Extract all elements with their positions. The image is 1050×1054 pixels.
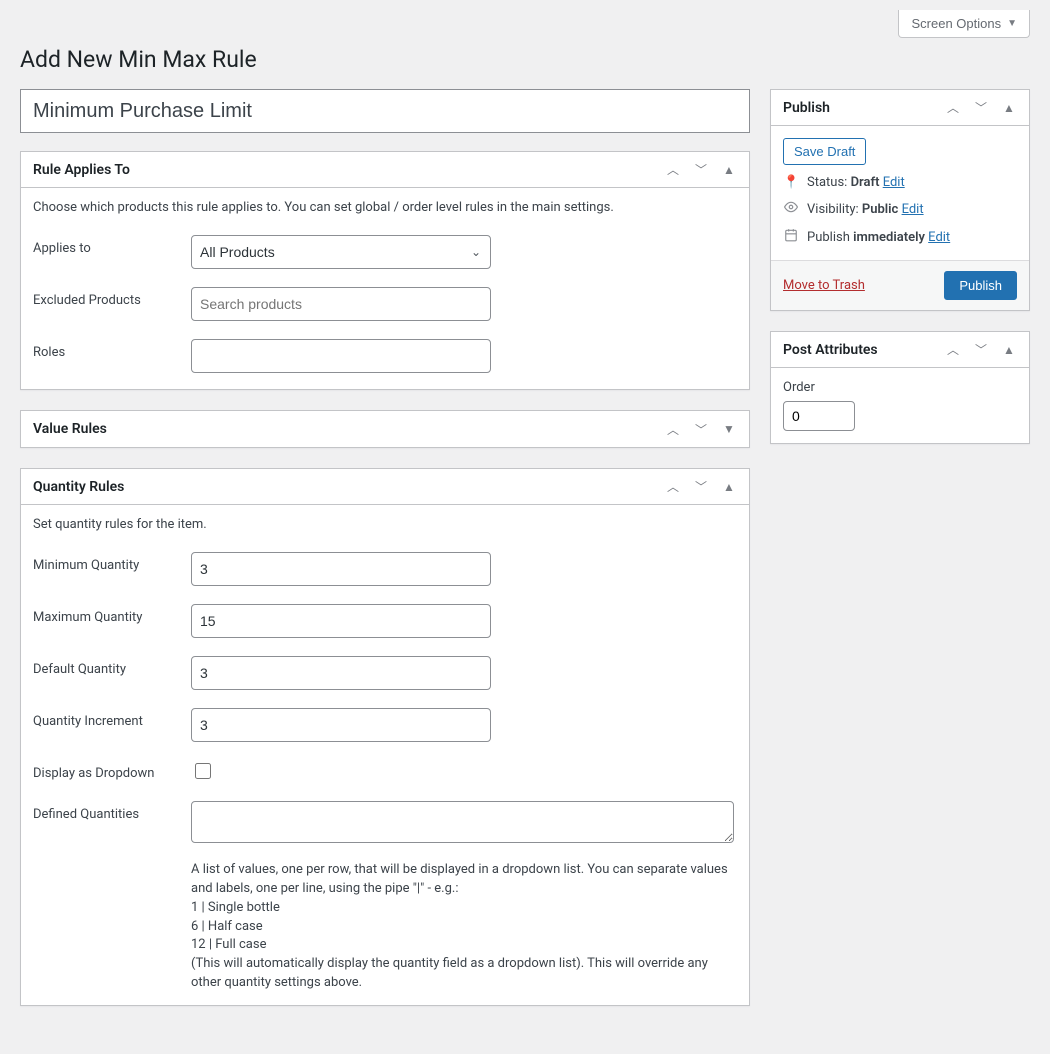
excluded-products-input[interactable] xyxy=(191,287,491,321)
rule-applies-to-panel: Rule Applies To ︿ ﹀ ▲ Choose which produ… xyxy=(20,151,750,390)
defined-qty-label: Defined Quantities xyxy=(33,801,191,822)
toggle-panel-button[interactable]: ▲ xyxy=(995,336,1023,364)
increment-qty-input[interactable] xyxy=(191,708,491,742)
toggle-panel-button[interactable]: ▲ xyxy=(715,156,743,184)
rule-title-input[interactable] xyxy=(20,89,750,133)
chevron-down-icon: ﹀ xyxy=(695,161,707,178)
move-up-button[interactable]: ︿ xyxy=(659,415,687,443)
move-up-button[interactable]: ︿ xyxy=(659,473,687,501)
caret-up-icon: ▲ xyxy=(723,163,735,177)
edit-visibility-link[interactable]: Edit xyxy=(902,202,924,217)
excluded-products-label: Excluded Products xyxy=(33,287,191,308)
rule-applies-heading: Rule Applies To xyxy=(33,162,130,178)
order-input[interactable] xyxy=(783,401,855,431)
value-rules-heading: Value Rules xyxy=(33,421,107,437)
caret-up-icon: ▲ xyxy=(1003,343,1015,357)
applies-to-label: Applies to xyxy=(33,235,191,256)
move-down-button[interactable]: ﹀ xyxy=(687,156,715,184)
chevron-up-icon: ︿ xyxy=(667,161,679,178)
chevron-down-icon: ▼ xyxy=(1007,18,1017,29)
display-dropdown-label: Display as Dropdown xyxy=(33,760,191,781)
toggle-panel-button[interactable]: ▲ xyxy=(715,473,743,501)
defined-qty-help: A list of values, one per row, that will… xyxy=(191,861,734,993)
min-qty-input[interactable] xyxy=(191,552,491,586)
publish-date-label: Publish xyxy=(807,230,850,245)
chevron-down-icon: ﹀ xyxy=(695,478,707,495)
move-to-trash-link[interactable]: Move to Trash xyxy=(783,278,865,293)
applies-to-select[interactable]: All Products xyxy=(191,235,491,269)
max-qty-label: Maximum Quantity xyxy=(33,604,191,625)
edit-status-link[interactable]: Edit xyxy=(883,175,905,190)
quantity-rules-panel: Quantity Rules ︿ ﹀ ▲ Set quantity rules … xyxy=(20,468,750,1006)
chevron-up-icon: ︿ xyxy=(667,421,679,438)
chevron-down-icon: ﹀ xyxy=(695,421,707,438)
toggle-panel-button[interactable]: ▼ xyxy=(715,415,743,443)
chevron-down-icon: ﹀ xyxy=(975,99,987,116)
move-up-button[interactable]: ︿ xyxy=(939,94,967,122)
publish-panel: Publish ︿ ﹀ ▲ Save Draft 📍 Status: Draft xyxy=(770,89,1030,311)
move-down-button[interactable]: ﹀ xyxy=(687,415,715,443)
caret-up-icon: ▲ xyxy=(1003,101,1015,115)
save-draft-button[interactable]: Save Draft xyxy=(783,138,866,165)
order-label: Order xyxy=(783,380,1017,395)
caret-up-icon: ▲ xyxy=(723,480,735,494)
quantity-rules-description: Set quantity rules for the item. xyxy=(33,517,737,532)
visibility-value: Public xyxy=(862,202,898,217)
visibility-label: Visibility: xyxy=(807,202,859,217)
move-down-button[interactable]: ﹀ xyxy=(967,94,995,122)
chevron-down-icon: ﹀ xyxy=(975,341,987,358)
chevron-up-icon: ︿ xyxy=(947,99,959,116)
pin-icon: 📍 xyxy=(783,175,799,190)
status-value: Draft xyxy=(851,175,880,190)
page-title: Add New Min Max Rule xyxy=(20,46,1030,73)
roles-label: Roles xyxy=(33,339,191,360)
max-qty-input[interactable] xyxy=(191,604,491,638)
status-label: Status: xyxy=(807,175,847,190)
display-dropdown-checkbox[interactable] xyxy=(195,763,211,779)
caret-down-icon: ▼ xyxy=(723,422,735,436)
chevron-up-icon: ︿ xyxy=(947,341,959,358)
chevron-up-icon: ︿ xyxy=(667,478,679,495)
value-rules-panel: Value Rules ︿ ﹀ ▼ xyxy=(20,410,750,448)
edit-publish-date-link[interactable]: Edit xyxy=(928,230,950,245)
quantity-rules-heading: Quantity Rules xyxy=(33,479,124,495)
publish-heading: Publish xyxy=(783,100,830,116)
move-down-button[interactable]: ﹀ xyxy=(687,473,715,501)
post-attributes-heading: Post Attributes xyxy=(783,342,878,358)
publish-button[interactable]: Publish xyxy=(944,271,1017,300)
toggle-panel-button[interactable]: ▲ xyxy=(995,94,1023,122)
rule-applies-description: Choose which products this rule applies … xyxy=(33,200,737,215)
screen-options-button[interactable]: Screen Options ▼ xyxy=(898,10,1030,38)
move-down-button[interactable]: ﹀ xyxy=(967,336,995,364)
min-qty-label: Minimum Quantity xyxy=(33,552,191,573)
screen-options-label: Screen Options xyxy=(911,16,1001,31)
move-up-button[interactable]: ︿ xyxy=(939,336,967,364)
post-attributes-panel: Post Attributes ︿ ﹀ ▲ Order xyxy=(770,331,1030,444)
publish-date-value: immediately xyxy=(853,230,925,245)
eye-icon xyxy=(783,200,799,218)
calendar-icon xyxy=(783,228,799,246)
move-up-button[interactable]: ︿ xyxy=(659,156,687,184)
default-qty-label: Default Quantity xyxy=(33,656,191,677)
defined-qty-textarea[interactable] xyxy=(191,801,734,843)
roles-input[interactable] xyxy=(191,339,491,373)
default-qty-input[interactable] xyxy=(191,656,491,690)
increment-qty-label: Quantity Increment xyxy=(33,708,191,729)
